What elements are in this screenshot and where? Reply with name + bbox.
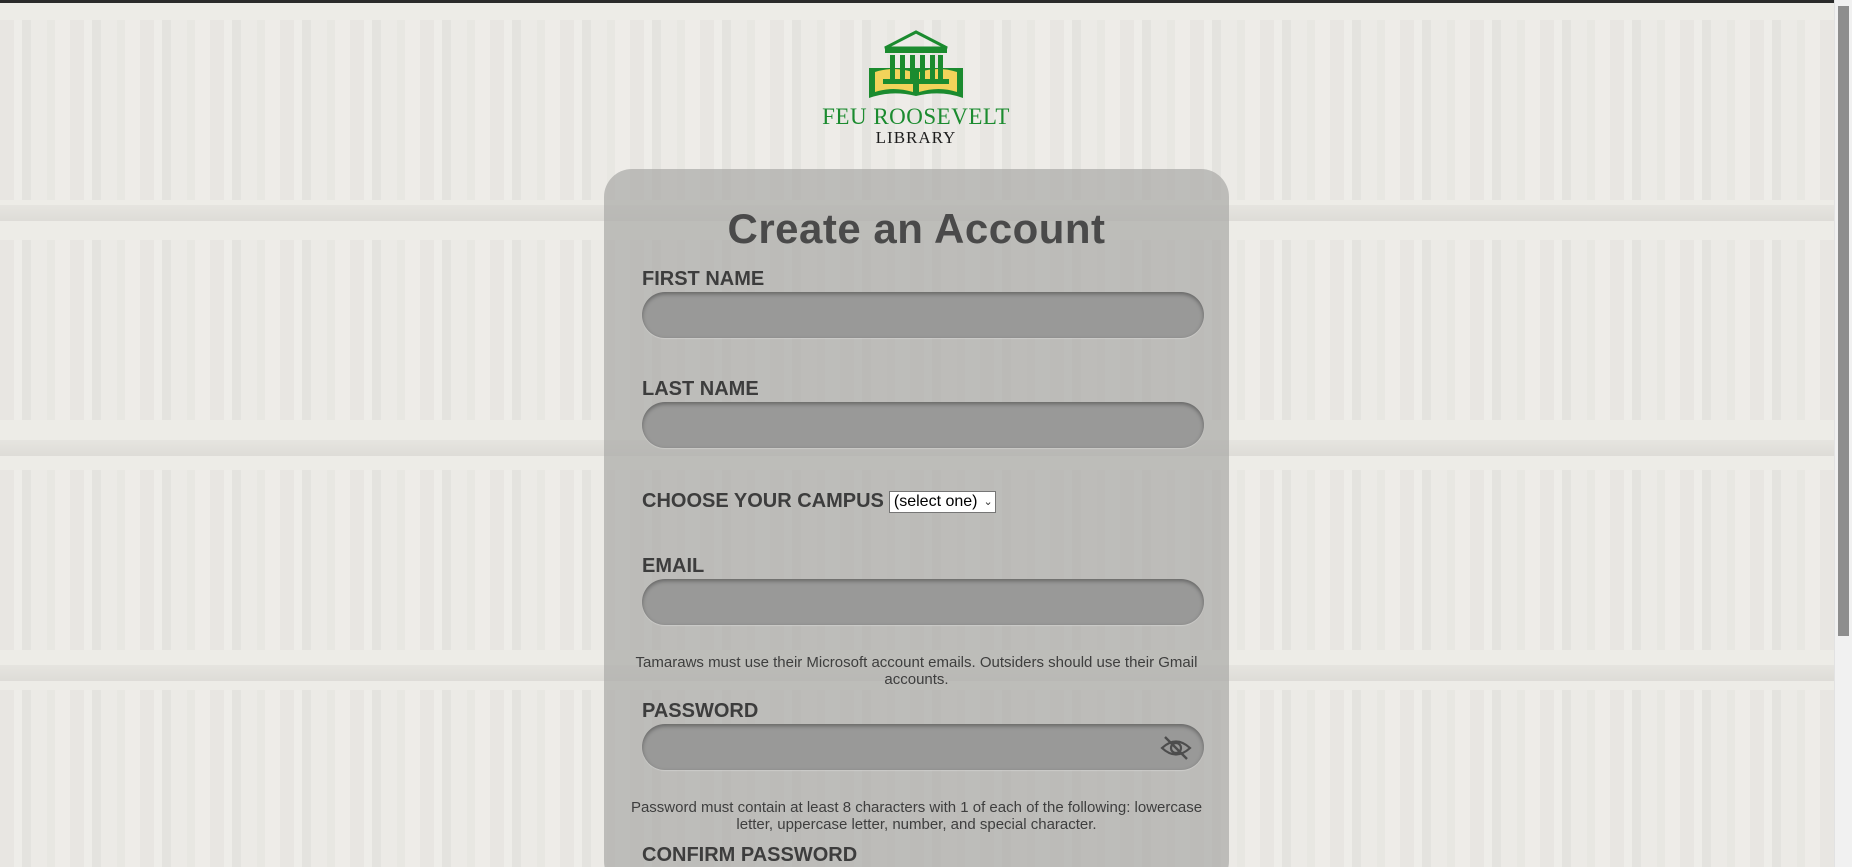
first-name-label: FIRST NAME [642,268,765,290]
email-note: Tamaraws must use their Microsoft accoun… [635,654,1198,688]
last-name-input[interactable] [642,402,1204,448]
campus-row: CHOOSE YOUR CAMPUS (select one) ⌄ [642,490,996,513]
library-logo: FEU ROOSEVELT LIBRARY [820,30,1012,150]
page-title: Create an Account [727,205,1106,252]
logo-text-secondary: LIBRARY [875,128,957,147]
password-input[interactable] [642,724,1204,770]
library-building-icon [869,30,963,98]
window-top-edge [0,0,1852,3]
campus-label: CHOOSE YOUR CAMPUS [642,490,884,512]
password-note: Password must contain at least 8 charact… [630,799,1203,833]
email-label: EMAIL [642,555,705,577]
campus-select[interactable]: (select one) ⌄ [888,490,996,513]
campus-selected-value: (select one) [893,492,978,510]
signup-card: Create an Account FIRST NAME LAST NAME C… [604,169,1229,867]
chevron-down-icon: ⌄ [983,496,993,508]
password-label: PASSWORD [642,700,759,722]
page-scrollbar[interactable] [1834,0,1852,867]
logo-text-primary: FEU ROOSEVELT [822,104,1010,129]
email-input[interactable] [642,579,1204,625]
eye-slash-icon[interactable] [1160,735,1192,761]
scrollbar-thumb[interactable] [1838,6,1849,636]
first-name-input[interactable] [642,292,1204,338]
confirm-password-label: CONFIRM PASSWORD [642,844,858,866]
last-name-label: LAST NAME [642,378,759,400]
